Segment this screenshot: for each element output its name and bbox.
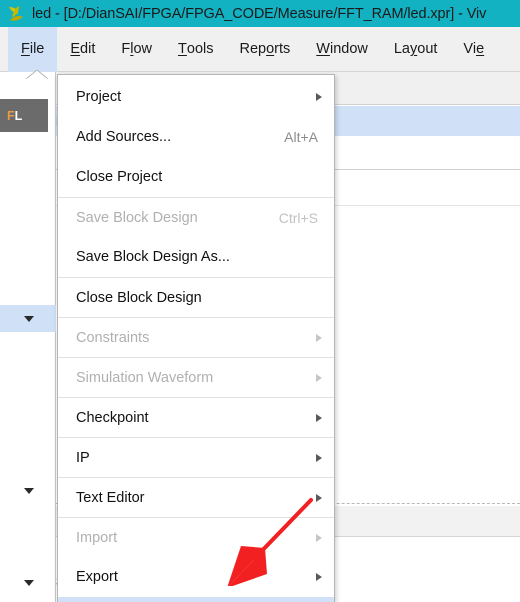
menu-window-mnemonic: W (316, 41, 330, 57)
menu-bar: File Edit Fl ow Tools Rep o rts Window La y o… (0, 27, 520, 72)
menu-item-label: Save Block Design (76, 209, 198, 226)
menu-item-project[interactable]: Project (58, 77, 334, 117)
submenu-arrow-icon (316, 533, 322, 542)
menu-item-label: Constraints (76, 329, 150, 346)
submenu-arrow-icon (316, 573, 322, 581)
menu-tools-mnemonic: T (178, 41, 187, 57)
menu-reports[interactable]: Rep o rts (226, 27, 303, 72)
menu-tools-label: ools (186, 41, 214, 57)
menu-window[interactable]: Window (303, 27, 381, 72)
menu-item-add-sources[interactable]: Add Sources... Alt+A (58, 117, 334, 157)
menu-item-import: Import (58, 517, 334, 557)
menu-item-save-block-design-as[interactable]: Save Block Design As... (58, 237, 334, 277)
menu-item-launch-sdk[interactable]: Launch SDK (58, 597, 334, 602)
vivado-window: led - [D:/DianSAI/FPGA/FPGA_CODE/Measure… (0, 0, 520, 602)
menu-view[interactable]: Vi e (450, 27, 497, 72)
window-title: led - [D:/DianSAI/FPGA/FPGA_CODE/Measure… (32, 5, 487, 22)
menu-item-label: Checkpoint (76, 409, 149, 426)
title-bar: led - [D:/DianSAI/FPGA/FPGA_CODE/Measure… (0, 0, 520, 27)
menu-edit-mnemonic: E (70, 41, 81, 57)
menu-caret-notch (24, 66, 50, 80)
menu-item-label: Text Editor (76, 489, 145, 506)
flow-navigator-header: FL (0, 99, 48, 132)
menu-item-accelerator: Alt+A (284, 129, 318, 145)
menu-item-checkpoint[interactable]: Checkpoint (58, 397, 334, 437)
flow-section-row-2[interactable] (0, 477, 56, 504)
menu-item-close-block-design[interactable]: Close Block Design (58, 277, 334, 317)
menu-view-mnemonic: e (476, 41, 485, 57)
menu-item-label: Close Project (76, 169, 163, 185)
menu-file-label: ile (29, 41, 45, 57)
menu-reports-pre: Rep (239, 41, 267, 57)
flow-navigator-header-label: L (14, 108, 23, 123)
menu-layout-label: out (417, 41, 438, 57)
menu-item-accelerator: Ctrl+S (278, 209, 318, 226)
menu-edit-label: dit (80, 41, 96, 57)
menu-item-label: Simulation Waveform (76, 369, 214, 386)
vivado-logo-icon (6, 4, 28, 24)
menu-view-pre: Vi (463, 41, 477, 57)
menu-reports-mnemonic: o (266, 41, 275, 57)
menu-item-label: Project (76, 89, 122, 105)
flow-navigator-strip: FL (0, 72, 56, 602)
menu-edit[interactable]: Edit (57, 27, 108, 72)
flow-section-row-1[interactable] (0, 305, 56, 332)
chevron-down-icon (24, 315, 34, 322)
submenu-arrow-icon (316, 373, 322, 382)
menu-window-label: indow (329, 41, 368, 57)
menu-item-export[interactable]: Export (58, 557, 334, 597)
file-menu-dropdown[interactable]: Project Add Sources... Alt+A Close Proje… (57, 74, 335, 602)
submenu-arrow-icon (316, 93, 322, 101)
menu-item-label: IP (76, 449, 90, 466)
menu-reports-label: rts (274, 41, 291, 57)
menu-file-mnemonic: F (21, 41, 30, 57)
flow-navigator-header-accent: F (7, 108, 15, 123)
menu-flow[interactable]: Fl ow (108, 27, 165, 72)
submenu-arrow-icon (316, 333, 322, 342)
menu-item-label: Import (76, 529, 118, 546)
menu-item-close-project[interactable]: Close Project (58, 157, 334, 197)
submenu-arrow-icon (316, 453, 322, 462)
menu-item-label: Add Sources... (76, 129, 172, 145)
menu-flow-pre: F (121, 41, 131, 57)
menu-item-label: Close Block Design (76, 289, 202, 306)
chevron-down-icon (24, 579, 34, 586)
submenu-arrow-icon (316, 493, 322, 502)
menu-item-ip[interactable]: IP (58, 437, 334, 477)
menu-layout[interactable]: La y out (381, 27, 451, 72)
submenu-arrow-icon (316, 413, 322, 422)
menu-item-label: Save Block Design As... (76, 249, 230, 265)
menu-item-label: Export (76, 569, 118, 585)
menu-layout-mnemonic: y (410, 41, 418, 57)
menu-tools[interactable]: Tools (165, 27, 226, 72)
chevron-down-icon (24, 487, 34, 494)
menu-item-simulation-waveform: Simulation Waveform (58, 357, 334, 397)
menu-layout-pre: La (393, 41, 410, 57)
flow-section-row-3[interactable] (0, 569, 56, 596)
menu-item-constraints: Constraints (58, 317, 334, 357)
menu-flow-label: ow (133, 41, 153, 57)
menu-item-text-editor[interactable]: Text Editor (58, 477, 334, 517)
menu-item-save-block-design: Save Block Design Ctrl+S (58, 197, 334, 237)
